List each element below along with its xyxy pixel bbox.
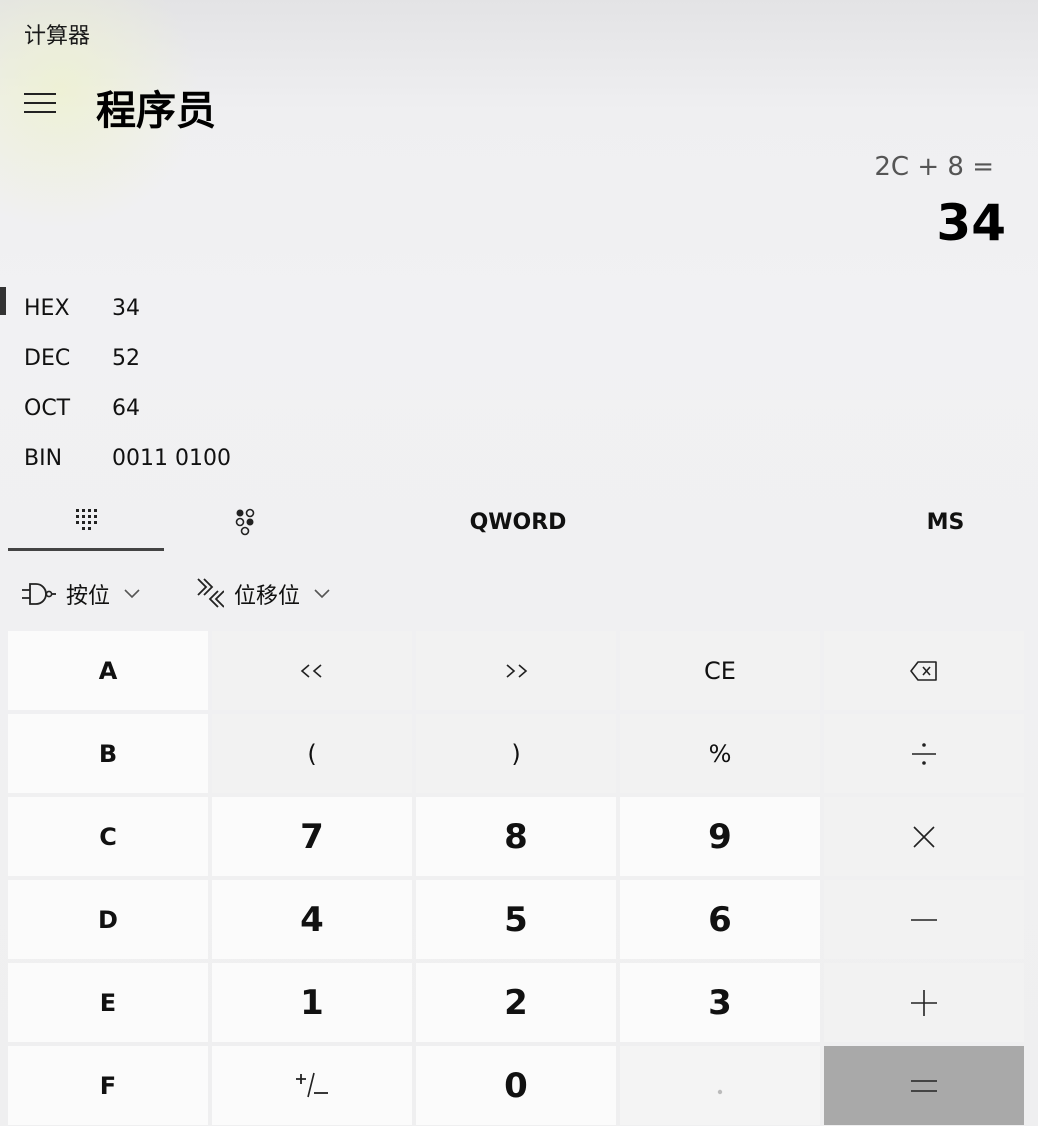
selection-indicator bbox=[0, 287, 6, 315]
key-left-shift[interactable] bbox=[212, 631, 412, 710]
left-shift-icon bbox=[299, 663, 325, 679]
radix-row-dec[interactable]: DEC 52 bbox=[0, 333, 400, 383]
hamburger-icon-line bbox=[24, 102, 56, 104]
key-d[interactable]: D bbox=[8, 880, 208, 959]
minus-icon bbox=[910, 918, 938, 922]
logic-gate-icon bbox=[22, 581, 56, 607]
key-right-shift[interactable] bbox=[416, 631, 616, 710]
radix-row-hex[interactable]: HEX 34 bbox=[0, 283, 400, 333]
radix-value: 52 bbox=[112, 345, 140, 371]
decimal-point-icon bbox=[716, 1076, 724, 1096]
key-add[interactable] bbox=[824, 963, 1024, 1042]
word-size-button[interactable]: QWORD bbox=[428, 494, 608, 550]
hamburger-icon-line bbox=[24, 93, 56, 95]
equals-icon bbox=[910, 1079, 938, 1093]
divide-icon bbox=[910, 741, 938, 767]
key-subtract[interactable] bbox=[824, 880, 1024, 959]
backspace-icon bbox=[909, 660, 939, 682]
memory-store-button[interactable]: MS bbox=[898, 494, 993, 550]
key-open-paren[interactable]: ( bbox=[212, 714, 412, 793]
bitshift-label: 位移位 bbox=[234, 584, 301, 609]
key-decimal[interactable] bbox=[620, 1046, 820, 1125]
radix-value: 34 bbox=[112, 295, 140, 321]
key-divide[interactable] bbox=[824, 714, 1024, 793]
key-c[interactable]: C bbox=[8, 797, 208, 876]
radix-name: HEX bbox=[24, 295, 70, 321]
key-7[interactable]: 7 bbox=[212, 797, 412, 876]
key-equals[interactable] bbox=[824, 1046, 1024, 1125]
key-b[interactable]: B bbox=[8, 714, 208, 793]
bit-toggling-keypad-icon bbox=[232, 507, 260, 537]
bit-shift-icon bbox=[194, 577, 224, 611]
right-shift-icon bbox=[503, 663, 529, 679]
chevron-down-icon bbox=[124, 589, 140, 599]
radix-value: 64 bbox=[112, 395, 140, 421]
radix-row-oct[interactable]: OCT 64 bbox=[0, 383, 400, 433]
bitshift-dropdown[interactable]: 位移位 bbox=[194, 570, 330, 618]
key-multiply[interactable] bbox=[824, 797, 1024, 876]
key-3[interactable]: 3 bbox=[620, 963, 820, 1042]
key-8[interactable]: 8 bbox=[416, 797, 616, 876]
radix-name: DEC bbox=[24, 345, 71, 371]
tab-full-keypad[interactable] bbox=[8, 494, 164, 551]
key-4[interactable]: 4 bbox=[212, 880, 412, 959]
key-e[interactable]: E bbox=[8, 963, 208, 1042]
key-clear-entry[interactable]: CE bbox=[620, 631, 820, 710]
plus-icon bbox=[910, 989, 938, 1017]
key-backspace[interactable] bbox=[824, 631, 1024, 710]
keypad-tabbar: QWORD MS bbox=[8, 494, 1030, 552]
result-display: 34 bbox=[936, 194, 1006, 252]
multiply-icon bbox=[912, 825, 936, 849]
key-2[interactable]: 2 bbox=[416, 963, 616, 1042]
hamburger-menu-button[interactable] bbox=[20, 84, 60, 122]
key-modulo[interactable]: % bbox=[620, 714, 820, 793]
key-a[interactable]: A bbox=[8, 631, 208, 710]
key-close-paren[interactable]: ) bbox=[416, 714, 616, 793]
key-6[interactable]: 6 bbox=[620, 880, 820, 959]
radix-name: OCT bbox=[24, 395, 71, 421]
tab-bit-toggling-keypad[interactable] bbox=[168, 494, 324, 550]
radix-row-bin[interactable]: BIN 0011 0100 bbox=[0, 433, 400, 483]
radix-value: 0011 0100 bbox=[112, 445, 231, 471]
bitwise-label: 按位 bbox=[66, 584, 111, 609]
key-9[interactable]: 9 bbox=[620, 797, 820, 876]
expression-display: 2C + 8 = bbox=[874, 152, 994, 182]
operator-bar: 按位 位移位 bbox=[18, 570, 1018, 618]
key-5[interactable]: 5 bbox=[416, 880, 616, 959]
key-f[interactable]: F bbox=[8, 1046, 208, 1125]
app-title: 计算器 bbox=[24, 24, 91, 49]
plus-minus-icon bbox=[294, 1071, 330, 1101]
chevron-down-icon bbox=[314, 589, 330, 599]
key-1[interactable]: 1 bbox=[212, 963, 412, 1042]
key-0[interactable]: 0 bbox=[416, 1046, 616, 1125]
keypad: A CE B ( ) % C 7 8 9 D 4 5 6 E 1 2 3 F 0 bbox=[8, 631, 1024, 1125]
hamburger-icon-line bbox=[24, 111, 56, 113]
full-keypad-icon bbox=[74, 507, 98, 535]
key-negate[interactable] bbox=[212, 1046, 412, 1125]
mode-title: 程序员 bbox=[96, 88, 216, 134]
radix-name: BIN bbox=[24, 445, 63, 471]
bitwise-dropdown[interactable]: 按位 bbox=[22, 570, 140, 618]
radix-list: HEX 34 DEC 52 OCT 64 BIN 0011 0100 bbox=[0, 283, 400, 483]
